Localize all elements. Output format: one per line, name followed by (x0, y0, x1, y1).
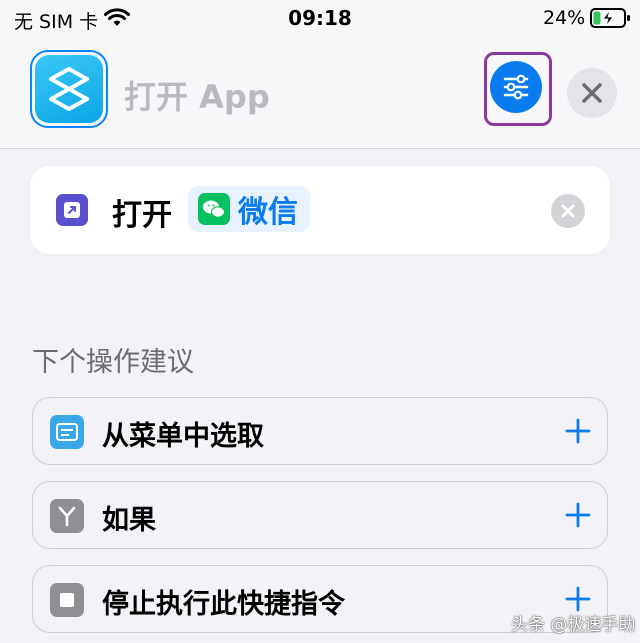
app-token[interactable]: 微信 (188, 186, 310, 232)
suggestion-if[interactable]: 如果 (32, 481, 608, 549)
plus-icon[interactable] (565, 502, 591, 528)
suggestion-label: 从菜单中选取 (102, 421, 264, 452)
app-token-label: 微信 (238, 195, 298, 230)
action-header: 打开 App (0, 38, 640, 149)
branch-icon (50, 499, 84, 533)
shortcuts-icon[interactable] (35, 55, 103, 123)
suggestion-label: 如果 (102, 505, 156, 536)
action-verb: 打开 (112, 198, 172, 233)
clear-button[interactable] (551, 194, 585, 228)
menu-icon (50, 415, 84, 449)
plus-icon[interactable] (565, 418, 591, 444)
clear-icon (561, 204, 575, 218)
sliders-icon (503, 74, 529, 100)
header-title: 打开 App (124, 78, 270, 116)
close-button[interactable] (567, 68, 617, 118)
open-app-action-card: 打开 微信 (30, 166, 610, 254)
wechat-icon (198, 193, 230, 225)
battery-charging-icon (590, 8, 630, 28)
settings-button[interactable] (490, 61, 542, 113)
battery-percent: 24% (543, 7, 586, 29)
suggestion-label: 停止执行此快捷指令 (102, 589, 345, 620)
suggestion-choose-from-menu[interactable]: 从菜单中选取 (32, 397, 608, 465)
section-title: 下个操作建议 (32, 347, 194, 378)
close-icon (582, 83, 602, 103)
app-icon-frame[interactable] (30, 50, 108, 128)
status-bar: 无 SIM 卡 09:18 24% (0, 0, 640, 38)
watermark: 头条 @极速手助 (511, 615, 636, 635)
stop-icon (50, 583, 84, 617)
plus-icon[interactable] (565, 586, 591, 612)
open-app-icon (56, 194, 88, 226)
settings-highlight (484, 52, 552, 126)
